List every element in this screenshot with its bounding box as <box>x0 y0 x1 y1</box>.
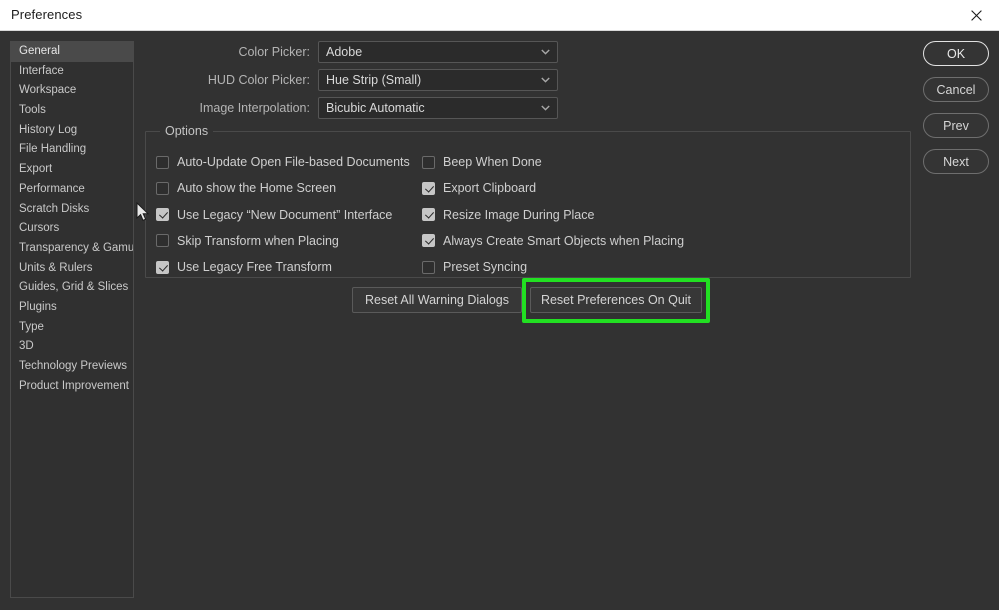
chevron-down-icon <box>541 70 550 90</box>
checkbox-checked-icon[interactable] <box>422 208 435 222</box>
checkbox-unchecked-icon[interactable] <box>156 181 169 195</box>
checkbox-export-clipboard[interactable]: Export Clipboard <box>422 181 536 195</box>
select-image-interpolation[interactable]: Bicubic Automatic <box>318 97 558 119</box>
options-group: Options Auto-Update Open File-based Docu… <box>145 124 911 278</box>
checkbox-label: Auto show the Home Screen <box>177 181 337 196</box>
sidebar-item-scratch-disks[interactable]: Scratch Disks <box>11 200 133 220</box>
sidebar-item-transparency-gamut[interactable]: Transparency & Gamut <box>11 239 133 259</box>
sidebar-item-file-handling[interactable]: File Handling <box>11 140 133 160</box>
window-titlebar: Preferences <box>0 0 999 31</box>
next-button[interactable]: Next <box>923 149 989 174</box>
sidebar-item-units-rulers[interactable]: Units & Rulers <box>11 259 133 279</box>
close-icon <box>970 9 982 21</box>
checkbox-preset-syncing[interactable]: Preset Syncing <box>422 260 527 274</box>
sidebar-item-history-log[interactable]: History Log <box>11 121 133 141</box>
chevron-down-icon <box>541 42 550 62</box>
checkbox-label: Auto-Update Open File-based Documents <box>177 155 410 169</box>
category-list[interactable]: General Interface Workspace Tools History Lo… <box>10 41 134 598</box>
checkbox-auto-show-the-home-screen[interactable]: Auto show the Home Screen <box>156 181 336 195</box>
sidebar-item-tools[interactable]: Tools <box>11 101 133 121</box>
checkbox-label: Always Create Smart Objects when Placing <box>443 233 685 248</box>
checkbox-unchecked-icon[interactable] <box>156 155 169 169</box>
checkbox-label: Use Legacy “New Document” Interface <box>177 207 393 222</box>
sidebar-item-product-improvement[interactable]: Product Improvement <box>11 377 133 397</box>
sidebar-item-guides-grid-slices[interactable]: Guides, Grid & Slices <box>11 278 133 298</box>
checkbox-use-legacy-new-document-interface[interactable]: Use Legacy “New Document” Interface <box>156 208 392 222</box>
field-label: HUD Color Picker: <box>207 73 310 87</box>
checkbox-label: Use Legacy Free Transform <box>177 260 332 275</box>
checkbox-checked-icon[interactable] <box>156 208 169 222</box>
checkbox-checked-icon[interactable] <box>422 181 435 195</box>
sidebar-item-3d[interactable]: 3D <box>11 337 133 357</box>
chevron-down-icon <box>541 98 550 118</box>
sidebar-item-general[interactable]: General <box>11 42 133 62</box>
sidebar-item-type[interactable]: Type <box>11 318 133 338</box>
preferences-dialog: General Interface Workspace Tools History Lo… <box>0 31 999 610</box>
form-row: Image Interpolation: Bicubic Automatic <box>150 97 750 119</box>
checkbox-unchecked-icon[interactable] <box>422 155 435 169</box>
options-legend: Options <box>160 124 214 138</box>
field-label: Color Picker: <box>238 45 310 59</box>
checkbox-skip-transform-when-placing[interactable]: Skip Transform when Placing <box>156 234 339 248</box>
sidebar-item-interface[interactable]: Interface <box>11 62 133 82</box>
select-value: Bicubic Automatic <box>326 101 425 115</box>
sidebar-item-technology-previews[interactable]: Technology Previews <box>11 357 133 377</box>
prev-button[interactable]: Prev <box>923 113 989 138</box>
reset-all-warning-dialogs-button[interactable]: Reset All Warning Dialogs <box>352 287 522 313</box>
checkbox-label: Resize Image During Place <box>443 207 595 222</box>
form-row: HUD Color Picker: Hue Strip (Small) <box>150 69 750 91</box>
field-label: Image Interpolation: <box>199 101 311 115</box>
checkbox-unchecked-icon[interactable] <box>422 260 435 274</box>
checkbox-unchecked-icon[interactable] <box>156 234 169 248</box>
sidebar-item-plugins[interactable]: Plugins <box>11 298 133 318</box>
checkbox-checked-icon[interactable] <box>156 260 169 274</box>
close-button[interactable] <box>953 0 999 30</box>
window-title: Preferences <box>11 7 83 22</box>
checkbox-label: Beep When Done <box>443 155 542 169</box>
sidebar-item-cursors[interactable]: Cursors <box>11 219 133 239</box>
checkbox-auto-update-open-file-based-documents[interactable]: Auto-Update Open File-based Documents <box>156 155 410 169</box>
select-value: Adobe <box>326 45 363 59</box>
cancel-button[interactable]: Cancel <box>923 77 989 102</box>
checkbox-beep-when-done[interactable]: Beep When Done <box>422 155 542 169</box>
reset-preferences-on-quit-button[interactable]: Reset Preferences On Quit <box>530 287 702 313</box>
checkbox-label: Preset Syncing <box>443 260 528 275</box>
sidebar-item-performance[interactable]: Performance <box>11 180 133 200</box>
checkbox-label: Skip Transform when Placing <box>177 233 339 248</box>
checkbox-checked-icon[interactable] <box>422 234 435 248</box>
checkbox-resize-image-during-place[interactable]: Resize Image During Place <box>422 208 594 222</box>
select-color-picker[interactable]: Adobe <box>318 41 558 63</box>
checkbox-use-legacy-free-transform[interactable]: Use Legacy Free Transform <box>156 260 332 274</box>
ok-button[interactable]: OK <box>923 41 989 66</box>
select-value: Hue Strip (Small) <box>326 73 422 87</box>
select-hud-color-picker[interactable]: Hue Strip (Small) <box>318 69 558 91</box>
checkbox-always-create-smart-objects-when-placing[interactable]: Always Create Smart Objects when Placing <box>422 234 684 248</box>
sidebar-item-workspace[interactable]: Workspace <box>11 81 133 101</box>
checkbox-label: Export Clipboard <box>443 181 537 196</box>
form-row: Color Picker: Adobe <box>150 41 750 63</box>
sidebar-item-export[interactable]: Export <box>11 160 133 180</box>
